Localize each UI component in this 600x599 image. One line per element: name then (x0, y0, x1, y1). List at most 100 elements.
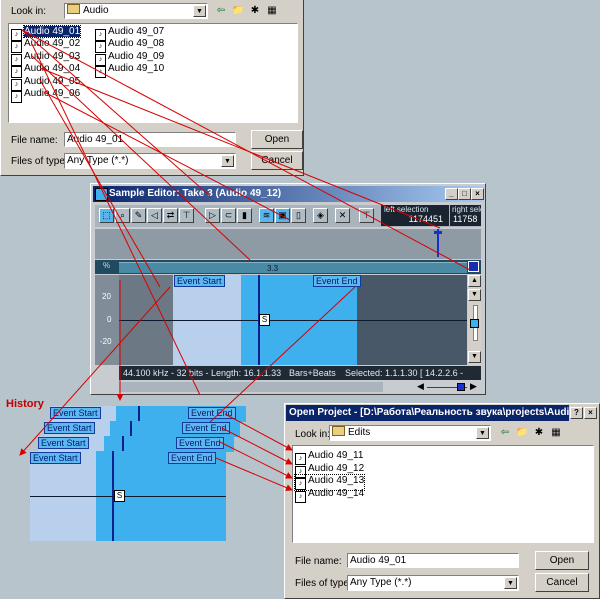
show-region-icon[interactable]: ▣ (275, 208, 290, 223)
file-name-text: Audio 49_09 (108, 50, 165, 62)
close-button[interactable]: × (471, 188, 484, 200)
history-event-start-tag[interactable]: Event Start (44, 422, 95, 434)
file-list[interactable]: ♪ Audio 49_01 ♪ Audio 49_02 ♪ Audio 49_03 ♪ Aud… (8, 23, 298, 123)
minimize-button[interactable]: _ (445, 188, 458, 200)
file-name-label: File name: (295, 556, 342, 567)
history-event-start-tag[interactable]: Event Start (38, 437, 89, 449)
file-name-input[interactable]: Audio 49_01 (64, 132, 236, 147)
file-list-item[interactable]: ♪ Audio 49_14 (295, 488, 364, 503)
history-event-end-tag[interactable]: Event End (188, 407, 236, 419)
status-display-mode[interactable]: Bars+Beats (289, 366, 336, 380)
loop-icon[interactable]: ⊂ (221, 208, 236, 223)
chevron-down-icon[interactable]: ▼ (221, 155, 234, 167)
event-end-tag[interactable]: Event End (313, 275, 361, 287)
chevron-down-icon[interactable]: ▼ (476, 427, 489, 439)
file-list[interactable]: ♪ Audio 49_11 ♪ Audio 49_12 ♪ Audio 49_13 ♪ Aud… (292, 445, 594, 543)
look-in-label: Look in: (11, 6, 47, 17)
history-playhead (138, 406, 140, 422)
level-icon[interactable]: ▮ (237, 208, 252, 223)
history-panel[interactable]: S (30, 451, 226, 541)
files-of-type-select[interactable]: Any Type (*.*) ▼ (64, 153, 236, 169)
scroll-track-dark (119, 382, 383, 392)
speaker-tool-icon[interactable]: ◁ (147, 208, 162, 223)
up-folder-icon[interactable]: 📁 (230, 3, 246, 19)
ruler-marker-label: 3.3 (267, 264, 279, 273)
horizontal-scroll-bar[interactable]: ◀ ▶ (119, 381, 481, 393)
snap-zero-icon[interactable]: ⊤ (359, 208, 374, 223)
file-name-input[interactable]: Audio 49_01 (347, 553, 519, 568)
sync-point-marker[interactable]: S (259, 314, 270, 326)
status-format-info: 44.100 kHz - 32 bits - Length: 16.1.1.33 (123, 368, 282, 378)
file-name-text: Audio 49_02 (24, 38, 81, 50)
scale-label-minus20: -20 (100, 337, 112, 346)
close-button[interactable]: × (584, 407, 597, 419)
history-event-end-tag[interactable]: Event End (182, 422, 230, 434)
zoom-plus-icon[interactable]: ▶ (470, 381, 477, 392)
right-selection-value[interactable]: 11758 (450, 214, 481, 225)
file-name-label: File name: (11, 135, 58, 146)
scrub-tool-icon[interactable]: ⇄ (163, 208, 178, 223)
zoom-slider-thumb[interactable] (470, 319, 479, 328)
history-label: History (6, 398, 44, 410)
left-selection-box: left selection 1174451 (381, 205, 449, 226)
audio-file-icon: ♪ (95, 66, 106, 79)
chevron-down-icon[interactable]: ▼ (193, 5, 206, 17)
new-folder-icon[interactable]: ✱ (247, 3, 263, 19)
zoom-out-icon[interactable]: ▼ (468, 289, 481, 301)
file-list-item[interactable]: ♪ Audio 49_10 (95, 63, 164, 79)
up-folder-icon[interactable]: 📁 (514, 425, 530, 441)
back-icon[interactable]: ⇦ (213, 3, 229, 19)
history-sync-marker[interactable]: S (114, 490, 125, 502)
look-in-select[interactable]: Audio ▼ (64, 3, 208, 19)
history-event-start-tag[interactable]: Event Start (30, 452, 81, 464)
chevron-down-icon[interactable]: ▼ (504, 577, 517, 589)
show-event-icon[interactable]: ≋ (259, 208, 274, 223)
status-selected-info: Selected: 1.1.1.30 [ 14.2.2.6 - (345, 368, 464, 378)
event-start-tag[interactable]: Event Start (174, 275, 225, 287)
cancel-button[interactable]: Cancel (535, 573, 589, 592)
view-menu-icon[interactable]: ▦ (548, 425, 564, 441)
history-event-end-tag[interactable]: Event End (168, 452, 216, 464)
vertical-zoom-bar[interactable]: ▲ ▼ ▼ (468, 275, 481, 365)
back-icon[interactable]: ⇦ (497, 425, 513, 441)
range-select-tool-icon[interactable]: ⬚ (99, 208, 114, 223)
right-selection-label: right select (452, 205, 481, 214)
new-folder-icon[interactable]: ✱ (531, 425, 547, 441)
file-name-text: Audio 49_11 (308, 450, 364, 461)
ruler-bar (119, 262, 467, 273)
open-button[interactable]: Open (535, 551, 589, 570)
sample-editor-window: Sample Editor: Take 3 (Audio 49_12) _ □ … (90, 183, 486, 395)
horizontal-zoom-thumb[interactable] (457, 383, 465, 391)
zoom-minus-icon[interactable]: ◀ (417, 381, 424, 392)
left-selection-value[interactable]: 1174451 (381, 214, 449, 225)
history-playhead (130, 421, 132, 437)
cancel-button[interactable]: Cancel (251, 151, 303, 170)
audio-file-icon: ♪ (295, 490, 306, 503)
scroll-up-icon[interactable]: ▲ (468, 275, 481, 287)
open-button[interactable]: Open (251, 130, 303, 149)
history-event-start-tag[interactable]: Event Start (50, 407, 101, 419)
crossfade-icon[interactable]: ✕ (335, 208, 350, 223)
zoom-tool-icon[interactable]: ⌕ (115, 208, 130, 223)
play-icon[interactable]: ▷ (205, 208, 220, 223)
markers-icon[interactable]: ▯ (291, 208, 306, 223)
ruler-scroll-button[interactable] (468, 261, 479, 272)
help-button[interactable]: ? (570, 407, 583, 419)
look-in-select[interactable]: Edits ▼ (329, 425, 491, 441)
overview-strip[interactable] (95, 229, 481, 259)
hitpoints-icon[interactable]: ◈ (313, 208, 328, 223)
snap-tool-icon[interactable]: ⊤ (179, 208, 194, 223)
history-event-end-tag[interactable]: Event End (176, 437, 224, 449)
file-name-text: Audio 49_13 (308, 475, 365, 486)
files-of-type-select[interactable]: Any Type (*.*) ▼ (347, 575, 519, 591)
ruler[interactable]: % 3.3 (95, 260, 481, 274)
waveform-area[interactable]: 20 0 -20 Event Start Event End S (95, 275, 467, 365)
maximize-button[interactable]: □ (458, 188, 471, 200)
file-list-item[interactable]: ♪ Audio 49_06 (11, 88, 80, 103)
pencil-tool-icon[interactable]: ✎ (131, 208, 146, 223)
zero-line (119, 320, 467, 321)
scale-label-0: 0 (107, 315, 112, 324)
scroll-down-icon[interactable]: ▼ (468, 351, 481, 363)
view-menu-icon[interactable]: ▦ (264, 3, 280, 19)
audio-file-icon: ♪ (11, 91, 22, 103)
